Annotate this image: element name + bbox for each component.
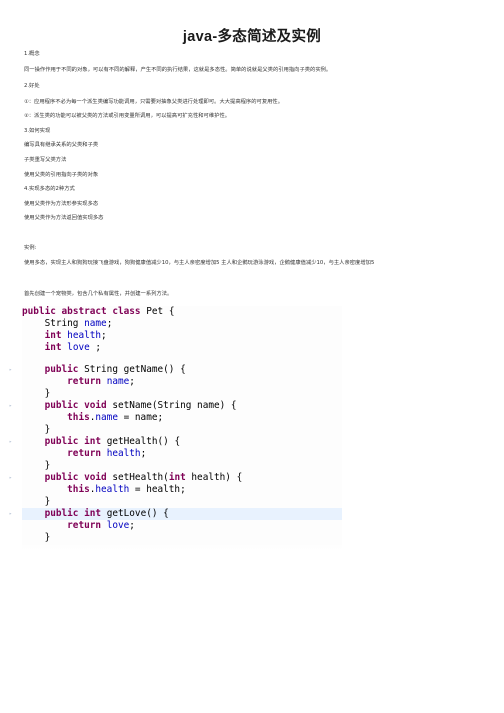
implementation-step-1: 编写具有继承关系的父类和子类 <box>24 142 99 148</box>
example-description: 使用多态，实现主人和狗狗玩接飞盘游戏，狗狗健康值减少10，与主人亲密度增加5 主… <box>24 260 375 266</box>
code-line: } <box>22 532 51 543</box>
implementation-step-3: 使用父类的引用指向子类的对象 <box>24 172 99 178</box>
benefit-2: ②：派生类的功能可以被父类的方法或引用变量所调用，可以提高可扩充性和可维护性。 <box>24 113 231 119</box>
code-line: this.health = health; <box>67 484 186 495</box>
fold-marker-icon[interactable]: ▸ <box>9 404 12 409</box>
code-line: } <box>22 424 51 435</box>
code-line: return love; <box>67 520 135 531</box>
way-1: 使用父类作为方法形参实现多态 <box>24 201 99 207</box>
fold-marker-icon[interactable]: ▸ <box>9 368 12 373</box>
code-line: String name; <box>44 318 113 329</box>
code-line: } <box>22 460 51 471</box>
code-line: int love ; <box>44 342 102 353</box>
code-line: ▸ public String getName() { <box>9 364 186 375</box>
concept-text: 同一操作作用于不同的对象，可以有不同的解释，产生不同的执行结果，这就是多态性。简… <box>24 67 332 73</box>
code-block: public abstract class Pet { String name;… <box>9 306 342 550</box>
code-line: int health; <box>44 330 107 341</box>
way-2: 使用父类作为方法返回值实现多态 <box>24 215 104 221</box>
fold-marker-icon[interactable]: ▸ <box>9 476 12 481</box>
heading-implementation: 3.如何实现 <box>24 128 51 134</box>
code-line: ▸ public void setHealth(int health) { <box>9 472 243 483</box>
code-line: ▸ public void setName(String name) { <box>9 400 237 411</box>
heading-concept: 1.概念 <box>24 51 40 57</box>
implementation-step-2: 子类重写父类方法 <box>24 157 67 163</box>
fold-marker-icon[interactable]: ▸ <box>9 440 12 445</box>
code-line: } <box>22 496 51 507</box>
code-line: ▸ public int getHealth() { <box>9 436 181 447</box>
code-line: ▸ public int getLove() { <box>9 508 342 520</box>
heading-benefits: 2.好处 <box>24 83 40 89</box>
code-block-edge <box>22 544 342 550</box>
fold-marker-icon[interactable]: ▸ <box>9 512 12 517</box>
example-intro: 首先创建一个宠物类，包含几个私有属性，并创建一系列方法。 <box>24 291 173 297</box>
code-line: return health; <box>67 448 147 459</box>
code-line: this.name = name; <box>67 412 164 423</box>
code-line: public abstract class Pet { <box>22 306 175 317</box>
code-line: } <box>22 388 51 399</box>
document-title: java-多态简述及实例 <box>182 29 322 45</box>
benefit-1: ①：应用程序不必为每一个派生类编写功能调用，只需要对抽象父类进行处理即可。大大提… <box>24 99 284 105</box>
code-line: return name; <box>67 376 135 387</box>
heading-example: 实例: <box>24 245 37 251</box>
heading-two-ways: 4.实现多态的2种方式 <box>24 186 75 192</box>
